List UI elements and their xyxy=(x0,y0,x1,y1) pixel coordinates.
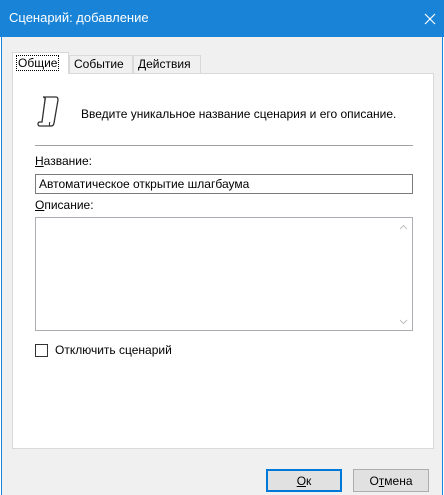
ok-button[interactable]: Ок xyxy=(266,469,342,492)
tab-actions[interactable]: Действия xyxy=(133,55,201,73)
name-input[interactable] xyxy=(35,174,413,194)
disable-scenario-label: Отключить сценарий xyxy=(55,343,172,357)
cancel-button[interactable]: От мена xyxy=(353,469,429,492)
ok-button-accel: О xyxy=(296,473,307,488)
close-icon xyxy=(424,13,436,24)
description-textarea[interactable] xyxy=(35,217,413,331)
general-panel: Введите уникальное название сценария и е… xyxy=(12,73,434,449)
disable-scenario-checkbox-row[interactable]: Отключить сценарий xyxy=(35,342,172,358)
tab-general[interactable]: Общие xyxy=(12,52,69,74)
tab-general-label: Общие xyxy=(16,55,60,71)
dialog-window: Сценарий: добавление Общие Событие Дейст… xyxy=(0,0,444,495)
cancel-button-label-start: О xyxy=(369,473,379,488)
separator xyxy=(35,145,413,146)
tab-actions-label: Действия xyxy=(138,57,191,71)
description-label: Описание: xyxy=(35,198,94,212)
close-button[interactable] xyxy=(416,0,444,37)
scroll-icon xyxy=(37,95,59,132)
chevron-down-icon xyxy=(399,319,408,324)
dialog-body: Общие Событие Действия Введите уникально… xyxy=(1,37,443,495)
description-scrollbar[interactable] xyxy=(395,218,412,330)
scroll-down-button[interactable] xyxy=(395,313,412,330)
scroll-up-button[interactable] xyxy=(395,218,412,235)
title-bar[interactable]: Сценарий: добавление xyxy=(0,0,444,37)
tab-event-label: Событие xyxy=(74,57,124,71)
window-title: Сценарий: добавление xyxy=(9,10,149,25)
ok-button-label: к xyxy=(306,473,312,488)
intro-text: Введите уникальное название сценария и е… xyxy=(81,107,397,121)
tab-event[interactable]: Событие xyxy=(69,55,133,73)
chevron-up-icon xyxy=(399,224,408,229)
disable-scenario-checkbox[interactable] xyxy=(35,343,48,357)
cancel-button-label-end: мена xyxy=(384,473,413,488)
name-label: Название: xyxy=(35,154,92,168)
